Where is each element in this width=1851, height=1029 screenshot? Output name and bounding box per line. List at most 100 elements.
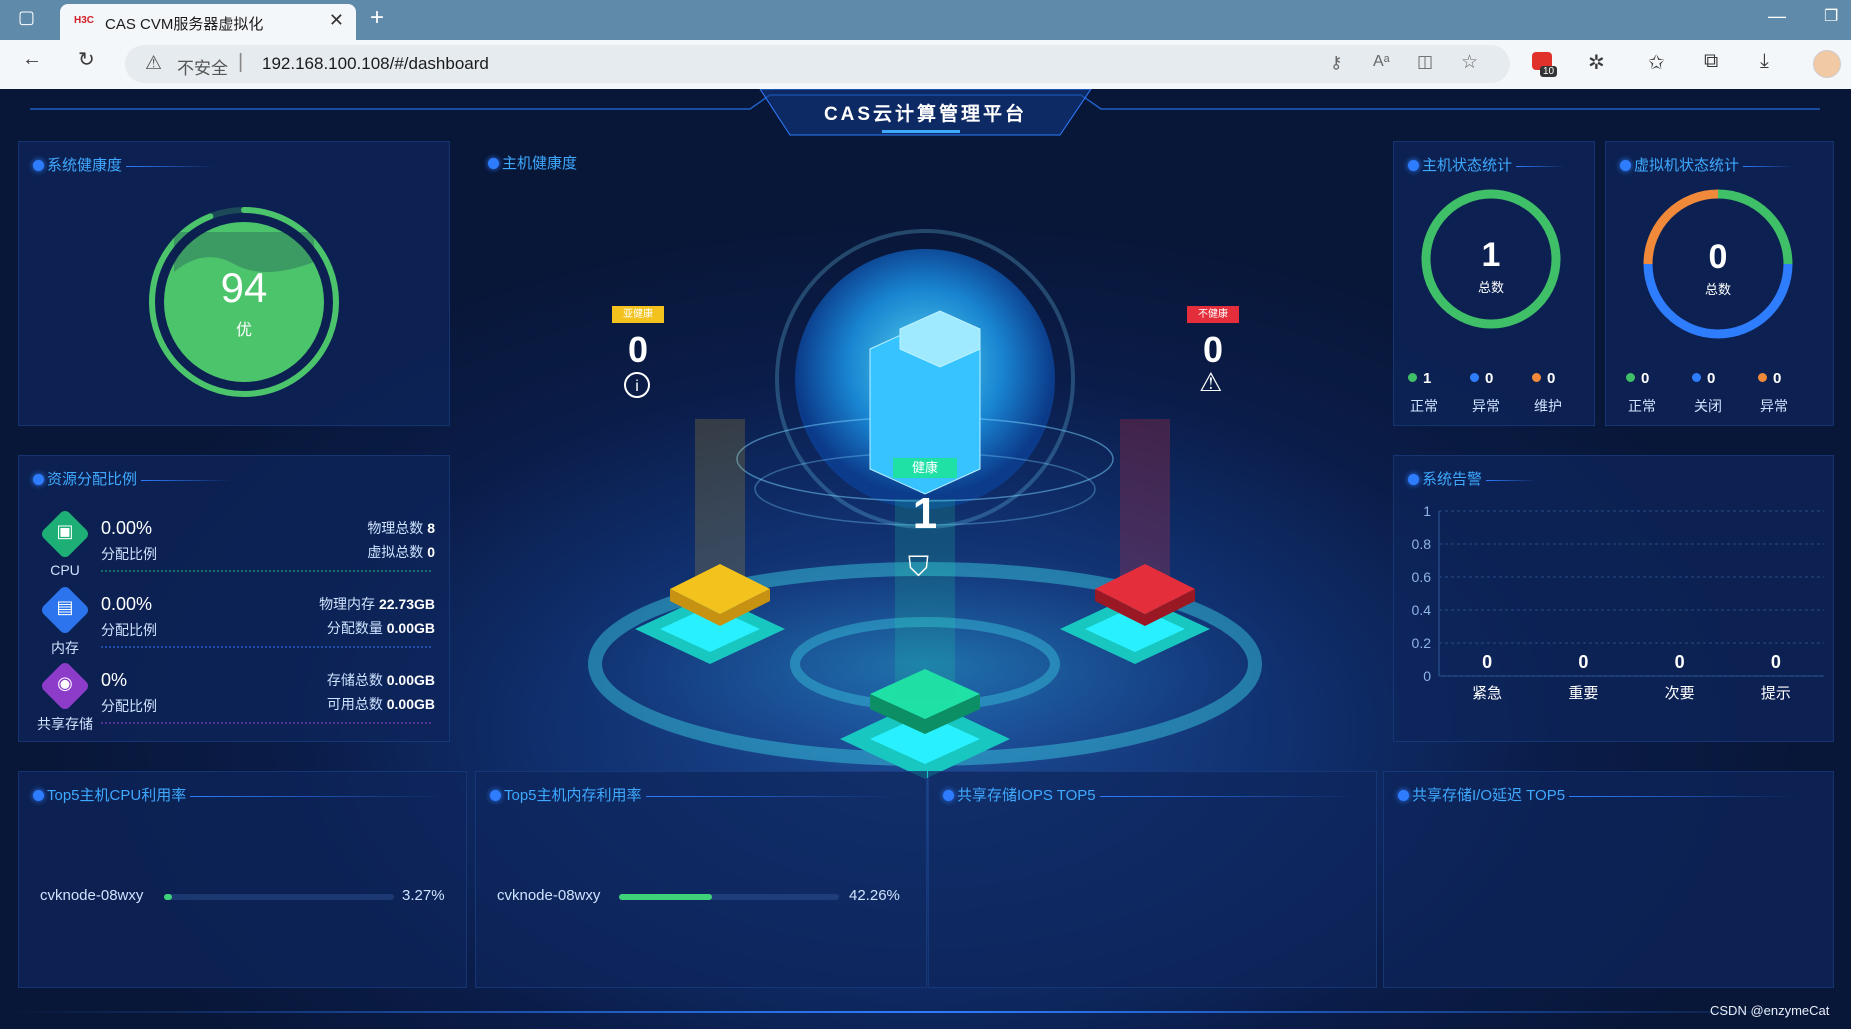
browser-tab[interactable]: H3C CAS CVM服务器虚拟化 ✕	[60, 4, 356, 40]
y-tick-label: 1	[1423, 503, 1431, 519]
footer-line	[0, 1011, 1851, 1013]
vm-total-label: 总数	[1704, 282, 1731, 297]
x-tick-label: 紧急	[1472, 685, 1502, 702]
y-tick-label: 0	[1423, 668, 1431, 684]
y-tick-label: 0.2	[1412, 635, 1432, 651]
back-icon[interactable]: ←	[22, 48, 42, 71]
vm-status-title: 虚拟机状态统计	[1620, 154, 1794, 175]
url-text[interactable]: 192.168.100.108/#/dashboard	[262, 54, 489, 74]
restore-icon[interactable]: ❐	[1824, 6, 1838, 26]
x-tick-label: 重要	[1568, 685, 1598, 702]
cpu-usage-bar	[164, 894, 394, 900]
resource-percent: 0.00%	[101, 518, 153, 538]
resource-name: CPU	[50, 562, 80, 578]
resource-stat-1: 存储总数 0.00GB	[326, 672, 435, 688]
separator: |	[238, 51, 244, 73]
host-status-title: 主机状态统计	[1408, 154, 1567, 175]
legend-dot-icon	[1408, 373, 1417, 382]
resource-ratio-label: 分配比例	[101, 546, 157, 562]
health-grade: 优	[235, 322, 252, 339]
vm-total: 0	[1708, 238, 1728, 276]
legend-dot-icon	[1692, 373, 1701, 382]
collections-icon[interactable]: ⧉	[1704, 50, 1718, 73]
watermark: CSDN @enzymeCat	[1710, 1003, 1830, 1018]
vm-status-panel: 虚拟机状态统计 0 总数 0 正常 0 关闭 0 异常	[1605, 141, 1834, 426]
bar-value-label: 0	[1482, 652, 1492, 672]
legend-dot-icon	[1626, 373, 1635, 382]
resource-ratio-label: 分配比例	[101, 622, 157, 638]
health-score: 94	[220, 264, 268, 311]
unhealthy-count: 0	[1202, 329, 1224, 370]
system-health-title: 系统健康度	[33, 154, 217, 175]
minimize-icon[interactable]: —	[1768, 6, 1786, 27]
download-icon[interactable]: ⤓	[1760, 50, 1769, 73]
top5-cpu-title: Top5主机CPU利用率	[33, 784, 451, 805]
favorite-star-icon[interactable]: ☆	[1461, 51, 1478, 74]
resource-name: 内存	[51, 640, 79, 656]
mem-host-name: cvknode-08wxy	[497, 887, 601, 904]
extension-badge: 10	[1540, 66, 1558, 77]
avatar[interactable]	[1813, 50, 1841, 78]
read-aloud-icon[interactable]: Aᵃ	[1373, 53, 1390, 71]
vm_status-legend-value: 0	[1626, 370, 1649, 387]
resource-alloc-title: 资源分配比例	[33, 468, 232, 489]
database-icon: ◉	[57, 673, 73, 693]
sub-health-badge: 亚健康	[612, 306, 664, 323]
resource-progress-track	[101, 646, 431, 651]
resource-progress-track	[101, 722, 431, 727]
storage-iops-title: 共享存储IOPS TOP5	[943, 784, 1360, 805]
top5-cpu-panel: Top5主机CPU利用率 cvknode-08wxy 3.27%	[18, 771, 467, 988]
refresh-icon[interactable]: ↻	[78, 47, 95, 72]
host-total: 1	[1481, 236, 1501, 274]
key-icon[interactable]: ⚷	[1330, 53, 1342, 73]
vm_status-legend-label: 正常	[1628, 398, 1656, 414]
x-tick-label: 次要	[1665, 685, 1695, 702]
address-bar[interactable]: ⚠ 不安全 | 192.168.100.108/#/dashboard ⚷ Aᵃ…	[125, 45, 1510, 83]
storage-latency-panel: 共享存储I/O延迟 TOP5	[1383, 771, 1834, 988]
x-tick-label: 提示	[1761, 685, 1791, 702]
host_status-legend-label: 正常	[1410, 398, 1438, 414]
page-title: CAS云计算管理平台	[823, 104, 1028, 125]
top5-mem-panel: Top5主机内存利用率 cvknode-08wxy 42.26%	[475, 771, 927, 988]
resource-stat-2: 虚拟总数 0	[367, 544, 435, 560]
cpu-usage-fill	[164, 894, 172, 900]
host_status-legend-label: 维护	[1534, 398, 1562, 414]
resource-name: 共享存储	[37, 716, 93, 732]
bar-value-label: 0	[1578, 652, 1588, 672]
warning-icon[interactable]: ⚠	[145, 52, 162, 75]
y-tick-label: 0.8	[1412, 536, 1432, 552]
resource-percent: 0.00%	[101, 594, 153, 614]
cpu-usage-value: 3.27%	[402, 887, 445, 904]
resource-alloc-panel: 资源分配比例 ▣ CPU 0.00% 分配比例 物理总数 8 虚拟总数 0 ▤ …	[18, 455, 450, 742]
puzzle-icon[interactable]: ✲	[1588, 50, 1605, 75]
host-status-panel: 主机状态统计 1 总数 1 正常 0 异常 0 维护	[1393, 141, 1595, 426]
y-tick-label: 0.6	[1412, 569, 1432, 585]
healthy-badge: 健康	[893, 458, 957, 478]
resource-progress-track	[101, 570, 431, 575]
storage-iops-panel: 共享存储IOPS TOP5	[928, 771, 1377, 988]
legend-dot-icon	[1758, 373, 1767, 382]
tab-actions-icon[interactable]: ▢	[18, 7, 35, 28]
dashboard: CAS云计算管理平台 系统健康度 94 优 主机健康度 亚健康 0 i 健康 1…	[0, 89, 1851, 1029]
resource-ratio-label: 分配比例	[101, 698, 157, 714]
new-tab-icon[interactable]: +	[370, 4, 384, 32]
mem-usage-value: 42.26%	[849, 887, 900, 904]
bar-value-label: 0	[1771, 652, 1781, 672]
bar-value-label: 0	[1675, 652, 1685, 672]
favorites-icon[interactable]: ✩	[1648, 50, 1665, 75]
tab-title: CAS CVM服务器虚拟化	[105, 16, 264, 33]
security-label[interactable]: 不安全	[177, 54, 228, 79]
cpu-host-name: cvknode-08wxy	[40, 887, 144, 904]
split-screen-icon[interactable]: ◫	[1417, 52, 1433, 72]
mem-usage-fill	[619, 894, 712, 900]
resource-stat-2: 可用总数 0.00GB	[326, 696, 435, 712]
mem-usage-bar	[619, 894, 839, 900]
host_status-legend-label: 异常	[1472, 398, 1500, 414]
close-tab-icon[interactable]: ✕	[329, 10, 344, 31]
resource-stat-1: 物理内存 22.73GB	[319, 596, 435, 612]
vm_status-legend-label: 异常	[1760, 398, 1788, 414]
info-icon: i	[624, 372, 650, 398]
shield-check-icon: ⛉	[908, 551, 930, 582]
vm_status-legend-value: 0	[1692, 370, 1715, 387]
system-health-panel: 系统健康度 94 优	[18, 141, 450, 426]
